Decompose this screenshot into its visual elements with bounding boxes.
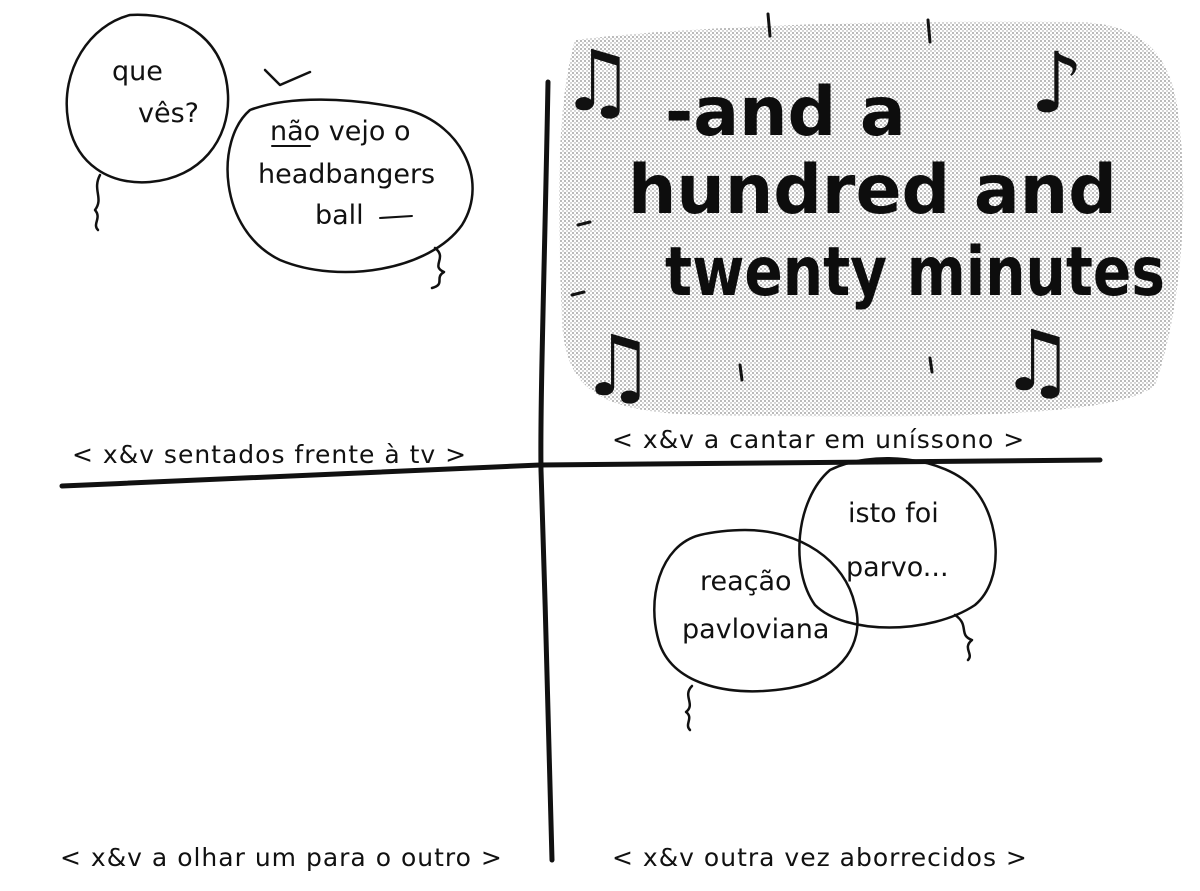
bubble-tail	[953, 613, 974, 662]
speech-bubble-comment	[798, 457, 997, 629]
panel-top-right: -and a hundred and twenty minutes ♫ ♪ ♫ …	[559, 12, 1184, 454]
music-note-icon: ♫	[560, 32, 635, 130]
caption-top-left: < x&v sentados frente à tv >	[72, 440, 467, 469]
answer-line-1: não vejo o	[270, 116, 410, 147]
reaction-line-2: pavloviana	[682, 614, 829, 645]
caption-top-right: < x&v a cantar em uníssono >	[612, 425, 1025, 454]
speech-bubble-reaction	[653, 528, 859, 693]
comment-line-2: parvo...	[846, 552, 949, 583]
bubble-tail	[430, 246, 446, 290]
music-note-icon: ♫	[580, 317, 655, 415]
bubble-tail	[93, 173, 102, 232]
answer-line-3: ball	[315, 200, 364, 231]
reaction-line-1: reação	[700, 566, 792, 597]
comment-line-1: isto foi	[848, 498, 939, 529]
vertical-divider	[538, 79, 555, 863]
panel-bottom-right: reação pavloviana isto foi parvo... < x&…	[612, 457, 1028, 872]
question-line-2: vês?	[138, 98, 199, 129]
check-mark	[263, 68, 312, 87]
caption-bottom-right: < x&v outra vez aborrecidos >	[612, 843, 1028, 872]
lyric-line-1: -and a	[665, 73, 906, 152]
panel-bottom-left: < x&v a olhar um para o outro >	[60, 843, 503, 872]
question-line-1: que	[112, 56, 163, 87]
music-note-icon: ♫	[1000, 312, 1075, 410]
panel-top-left: que vês? não vejo o headbangers ball < x…	[65, 13, 474, 469]
lyric-line-3: twenty minutes	[665, 233, 1165, 312]
comic-page: que vês? não vejo o headbangers ball < x…	[59, 12, 1184, 872]
answer-line-2: headbangers	[258, 159, 435, 190]
lyric-line-2: hundred and	[628, 151, 1117, 230]
bubble-tail	[684, 684, 694, 732]
music-note-icon: ♪	[1030, 34, 1084, 132]
dash	[379, 215, 413, 219]
caption-bottom-left: < x&v a olhar um para o outro >	[60, 843, 503, 872]
